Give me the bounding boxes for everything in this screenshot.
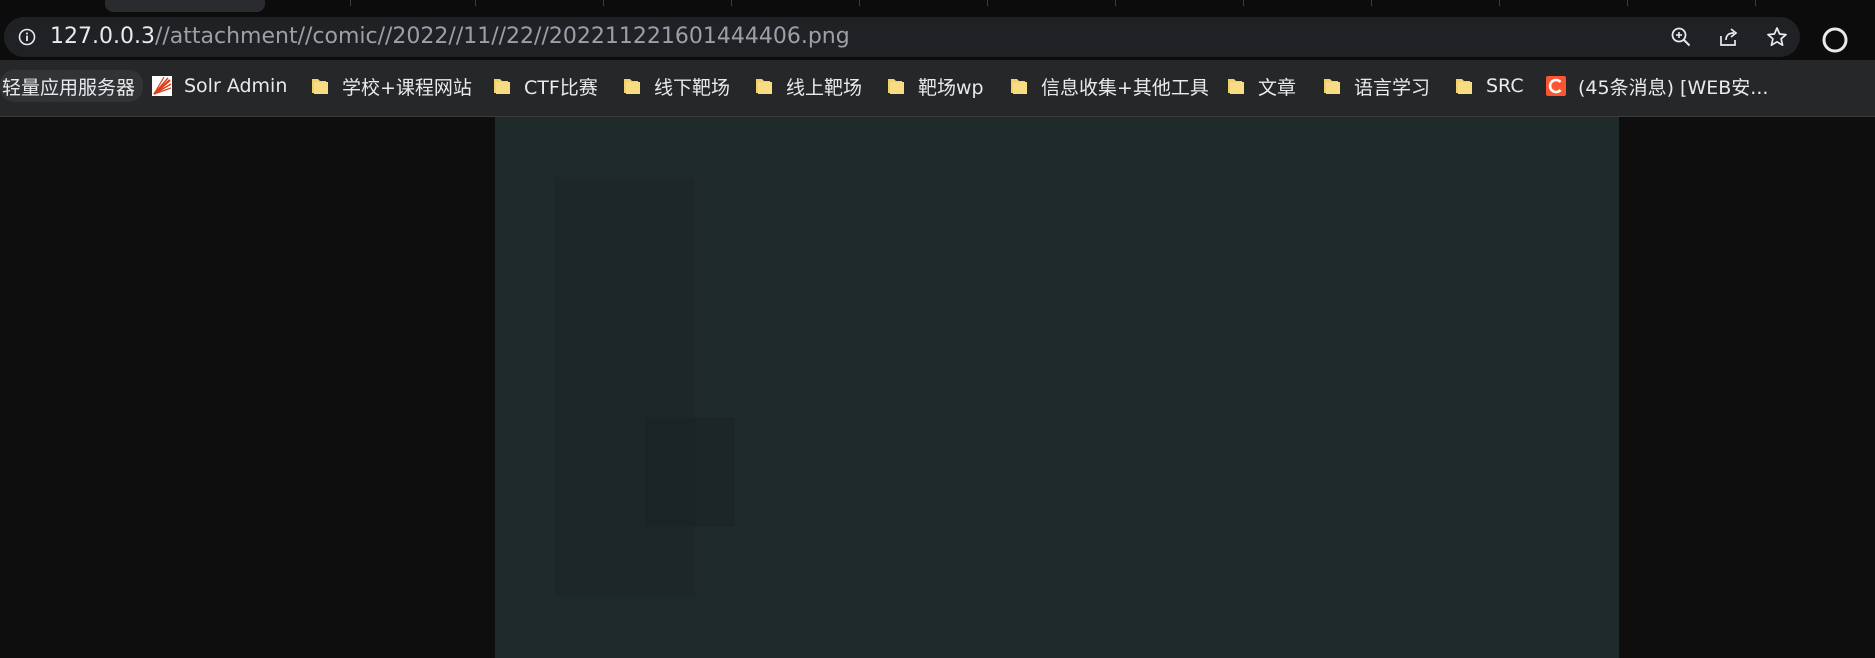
bookmark-folder[interactable]: 文章: [1226, 70, 1296, 102]
tab-separator: [1243, 0, 1244, 6]
folder-icon: [1011, 79, 1027, 94]
bookmark-folder[interactable]: CTF比赛: [492, 70, 598, 102]
bookmark-label: 信息收集+其他工具: [1041, 76, 1209, 99]
active-tab[interactable]: [105, 0, 265, 12]
solr-logo-icon: [152, 76, 172, 96]
tab-separator: [1499, 0, 1500, 6]
bookmark-folder[interactable]: 信息收集+其他工具: [1009, 70, 1209, 102]
tab-separator: [859, 0, 860, 6]
image-texture: [555, 177, 695, 597]
bookmark-item[interactable]: 轻量应用服务器: [0, 70, 144, 102]
bookmark-label: 线上靶场: [786, 76, 863, 99]
folder-icon: [624, 79, 640, 94]
bookmark-label: 靶场wp: [918, 76, 984, 99]
bookmark-folder[interactable]: SRC: [1454, 70, 1524, 102]
tab-separator: [987, 0, 988, 6]
bookmark-label: (45条消息) [WEB安...: [1578, 76, 1769, 99]
bookmark-item[interactable]: (45条消息) [WEB安...: [1546, 70, 1768, 102]
folder-icon: [1324, 79, 1340, 94]
url-host: 127.0.0.3: [50, 24, 155, 49]
info-icon[interactable]: [18, 28, 36, 46]
tab-separator: [1115, 0, 1116, 6]
tab-separator: [1371, 0, 1372, 6]
bookmark-folder[interactable]: 靶场wp: [886, 70, 984, 102]
tab-strip: [0, 0, 1875, 12]
bookmarks-bar: 轻量应用服务器 Solr Admin 学校+课程网站 CTF比赛 线下靶场 线上…: [0, 60, 1875, 117]
folder-icon: [888, 79, 904, 94]
folder-icon: [1456, 79, 1472, 94]
csdn-logo-icon: [1546, 76, 1566, 96]
bookmark-label: 学校+课程网站: [342, 76, 472, 99]
extension-icon[interactable]: [1822, 27, 1848, 53]
folder-icon: [312, 79, 328, 94]
bookmark-item[interactable]: Solr Admin: [152, 70, 287, 102]
tab-separator: [475, 0, 476, 6]
bookmark-label: Solr Admin: [184, 75, 288, 97]
folder-icon: [494, 79, 510, 94]
bookmark-folder[interactable]: 语言学习: [1322, 70, 1430, 102]
bookmark-folder[interactable]: 线下靶场: [622, 70, 730, 102]
viewed-image[interactable]: [495, 117, 1619, 658]
tab-separator: [1627, 0, 1628, 6]
bookmark-label: 文章: [1258, 76, 1297, 99]
address-bar-url[interactable]: 127.0.0.3//attachment//comic//2022//11//…: [50, 25, 850, 49]
folder-icon: [1228, 79, 1244, 94]
browser-toolbar: 127.0.0.3//attachment//comic//2022//11//…: [0, 12, 1875, 60]
bookmark-label: CTF比赛: [524, 76, 598, 99]
address-bar[interactable]: 127.0.0.3//attachment//comic//2022//11//…: [4, 17, 1800, 57]
bookmark-label: 轻量应用服务器: [2, 76, 136, 99]
url-path: //attachment//comic//2022//11//22//20221…: [154, 24, 850, 49]
folder-icon: [756, 79, 772, 94]
share-icon[interactable]: [1718, 26, 1740, 48]
page-content: [0, 117, 1875, 658]
bookmark-label: SRC: [1486, 75, 1524, 97]
tab-separator: [350, 0, 351, 6]
bookmark-label: 语言学习: [1354, 76, 1431, 99]
tab-separator: [731, 0, 732, 6]
zoom-in-icon[interactable]: [1670, 26, 1692, 48]
tab-separator: [603, 0, 604, 6]
star-icon[interactable]: [1766, 26, 1788, 48]
bookmark-label: 线下靶场: [654, 76, 731, 99]
image-texture: [645, 417, 735, 527]
bookmark-folder[interactable]: 学校+课程网站: [310, 70, 472, 102]
tab-separator: [1755, 0, 1756, 6]
bookmark-folder[interactable]: 线上靶场: [754, 70, 862, 102]
